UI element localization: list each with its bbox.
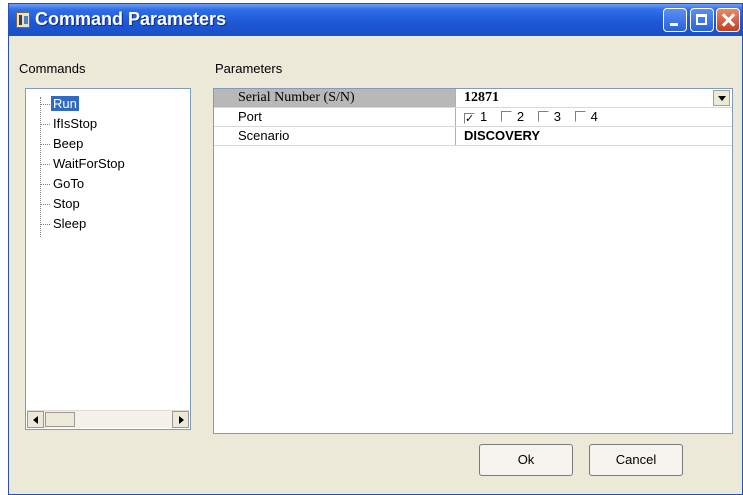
- window-title: Command Parameters: [35, 9, 227, 29]
- tree-item-stop[interactable]: Stop: [53, 196, 80, 211]
- port-1-checkbox[interactable]: ✓: [464, 113, 475, 125]
- port-4-checkbox[interactable]: [574, 111, 586, 122]
- scroll-left-icon[interactable]: [27, 411, 44, 428]
- commands-label: Commands: [19, 61, 86, 76]
- close-button[interactable]: [716, 8, 740, 32]
- cancel-button[interactable]: Cancel: [589, 444, 683, 476]
- tree-connector: [40, 104, 50, 105]
- tree-connector: [40, 184, 50, 185]
- port-3-checkbox[interactable]: [537, 111, 549, 122]
- tree-connector: [40, 224, 50, 225]
- port-option-2[interactable]: 2: [500, 108, 524, 126]
- tree-item-run[interactable]: Run: [51, 96, 79, 111]
- ok-button[interactable]: Ok: [479, 444, 573, 476]
- port-option-4[interactable]: 4: [574, 108, 598, 126]
- port-option-1[interactable]: ✓ 1: [464, 108, 487, 126]
- tree-connector: [40, 204, 50, 205]
- dialog-window: Command Parameters Commands Parameters R…: [8, 3, 743, 495]
- port-2-checkbox[interactable]: [500, 111, 512, 122]
- serial-number-value: 12871: [464, 90, 499, 105]
- tree-connector: [40, 144, 50, 145]
- scenario-value[interactable]: DISCOVERY: [456, 127, 732, 145]
- param-row-port: Port ✓ 1 2 3 4: [214, 108, 732, 127]
- tree-connector: [40, 124, 50, 125]
- param-key: Port: [214, 108, 456, 126]
- param-row-serial[interactable]: Serial Number (S/N) 12871: [214, 89, 732, 108]
- tree-item-ifisstop[interactable]: IfIsStop: [53, 116, 97, 131]
- title-bar[interactable]: Command Parameters: [9, 4, 742, 36]
- app-icon: [16, 12, 30, 28]
- tree-item-beep[interactable]: Beep: [53, 136, 83, 151]
- param-key: Serial Number (S/N): [214, 89, 456, 107]
- parameters-grid: Serial Number (S/N) 12871 Port ✓ 1 2 3 4 …: [213, 88, 733, 434]
- tree-item-goto[interactable]: GoTo: [53, 176, 84, 191]
- dropdown-arrow-icon[interactable]: [713, 90, 730, 106]
- tree-connector: [40, 164, 50, 165]
- port-options: ✓ 1 2 3 4: [456, 108, 732, 126]
- scroll-right-icon[interactable]: [172, 411, 189, 428]
- port-option-3[interactable]: 3: [537, 108, 561, 126]
- parameters-label: Parameters: [215, 61, 283, 76]
- param-row-scenario[interactable]: Scenario DISCOVERY: [214, 127, 732, 146]
- scrollbar-thumb[interactable]: [45, 412, 75, 427]
- serial-number-select[interactable]: 12871: [456, 89, 732, 107]
- param-key: Scenario: [214, 127, 456, 145]
- tree-item-sleep[interactable]: Sleep: [53, 216, 86, 231]
- maximize-button[interactable]: [690, 8, 714, 32]
- horizontal-scrollbar[interactable]: [27, 410, 189, 428]
- commands-tree[interactable]: Run IfIsStop Beep WaitForStop GoTo Stop …: [25, 88, 191, 430]
- minimize-button[interactable]: [663, 8, 687, 32]
- tree-connector: [40, 97, 41, 237]
- tree-item-waitforstop[interactable]: WaitForStop: [53, 156, 125, 171]
